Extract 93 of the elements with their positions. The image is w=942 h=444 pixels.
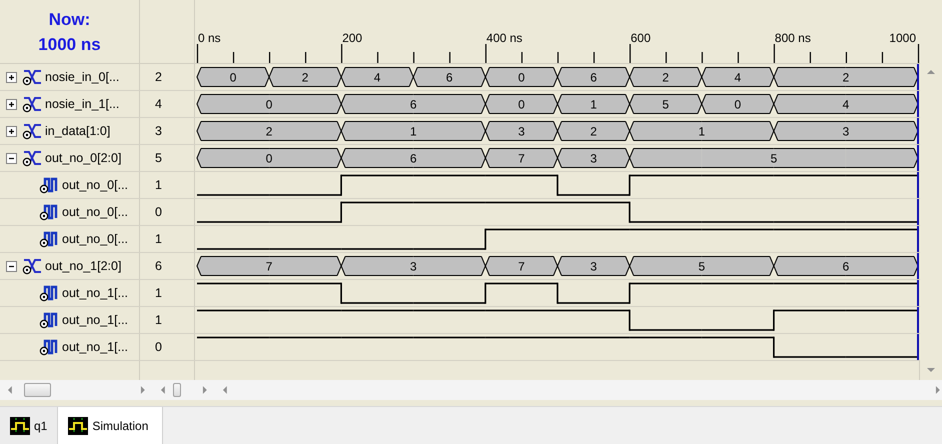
scroll-right-arrow[interactable] bbox=[200, 386, 208, 394]
bus-value: 6 bbox=[446, 70, 453, 84]
scroll-left-arrow[interactable] bbox=[158, 386, 167, 394]
tick-label: 200 bbox=[342, 31, 362, 45]
bus-signal-icon bbox=[21, 68, 43, 86]
waveform-icon bbox=[68, 416, 88, 434]
expand-toggle[interactable] bbox=[6, 126, 17, 136]
expand-toggle[interactable] bbox=[6, 152, 17, 164]
expand-toggle[interactable] bbox=[6, 98, 17, 110]
bus-value: 3 bbox=[410, 260, 417, 274]
bus-value: 7 bbox=[518, 260, 525, 274]
signal-value: 4 bbox=[155, 97, 162, 111]
tick-label: 800 ns bbox=[774, 31, 811, 45]
signal-value: 5 bbox=[155, 151, 162, 165]
bus-value: 3 bbox=[590, 152, 597, 166]
scroll-up-arrow[interactable] bbox=[927, 68, 935, 76]
signal-value: 0 bbox=[155, 340, 162, 354]
scroll-left-arrow[interactable] bbox=[6, 386, 14, 394]
signal-name[interactable]: out_no_0[2:0] bbox=[45, 151, 122, 165]
bit-signal-icon bbox=[38, 203, 60, 221]
signal-name[interactable]: out_no_0[... bbox=[62, 178, 128, 192]
bit-signal-icon bbox=[38, 284, 60, 302]
signal-name[interactable]: in_data[1:0] bbox=[45, 124, 110, 138]
signal-name[interactable]: out_no_0[... bbox=[62, 232, 128, 246]
signal-value: 2 bbox=[155, 70, 162, 84]
signal-value: 1 bbox=[155, 232, 162, 246]
bit-signal-icon bbox=[38, 338, 60, 356]
signal-name[interactable]: nosie_in_0[... bbox=[45, 70, 120, 84]
bus-value: 2 bbox=[662, 70, 669, 84]
scroll-down-arrow[interactable] bbox=[927, 366, 935, 374]
signal-value: 1 bbox=[155, 178, 162, 192]
scroll-right-arrow[interactable] bbox=[934, 386, 942, 394]
tick-label: 400 ns bbox=[486, 31, 522, 45]
bit-signal-icon bbox=[38, 230, 60, 248]
bus-value: 2 bbox=[266, 124, 272, 138]
bus-value: 0 bbox=[230, 70, 236, 84]
signal-value: 6 bbox=[155, 259, 162, 273]
bus-value: 4 bbox=[374, 70, 381, 84]
bus-value: 6 bbox=[842, 260, 850, 274]
expand-toggle[interactable] bbox=[6, 72, 17, 82]
bus-signal-icon bbox=[21, 149, 43, 167]
scroll-left-arrow[interactable] bbox=[221, 386, 230, 394]
bus-value: 2 bbox=[302, 70, 308, 84]
bus-value: 1 bbox=[410, 124, 417, 138]
scrollbar-thumb[interactable] bbox=[24, 383, 52, 397]
bus-signal-icon bbox=[21, 257, 43, 275]
bus-value: 5 bbox=[770, 152, 778, 166]
bus-value: 2 bbox=[590, 124, 597, 138]
signal-value: 0 bbox=[155, 205, 162, 219]
bus-value: 0 bbox=[734, 98, 742, 112]
signal-value: 3 bbox=[155, 124, 162, 138]
tick-label: 0 ns bbox=[198, 31, 221, 45]
signal-name[interactable]: out_no_1[2:0] bbox=[45, 259, 122, 273]
bus-value: 6 bbox=[590, 70, 597, 84]
bus-value: 1 bbox=[698, 124, 706, 138]
now-label: Now: bbox=[48, 9, 90, 31]
tab[interactable]: Simulation bbox=[58, 407, 164, 444]
signal-value: 1 bbox=[155, 313, 162, 327]
bus-value: 7 bbox=[518, 152, 525, 166]
tab[interactable]: q1 bbox=[0, 407, 58, 444]
bit-signal-icon bbox=[38, 311, 60, 329]
bus-signal-icon bbox=[21, 95, 43, 113]
bus-value: 0 bbox=[518, 70, 525, 84]
bus-value: 3 bbox=[518, 124, 525, 138]
bus-value: 4 bbox=[842, 98, 850, 112]
bit-signal-icon bbox=[38, 176, 60, 194]
bus-value: 2 bbox=[842, 70, 850, 84]
bus-value: 6 bbox=[410, 152, 417, 166]
waveform-icon bbox=[10, 416, 30, 434]
signal-name[interactable]: nosie_in_1[... bbox=[45, 97, 120, 111]
expand-toggle[interactable] bbox=[6, 260, 17, 272]
bus-value: 5 bbox=[698, 260, 706, 274]
bus-value: 0 bbox=[266, 152, 272, 166]
bus-value: 0 bbox=[518, 98, 525, 112]
bus-value: 0 bbox=[266, 98, 272, 112]
bus-value: 6 bbox=[410, 98, 417, 112]
scrollbar-thumb[interactable] bbox=[172, 383, 181, 397]
tick-label: 600 bbox=[630, 31, 651, 45]
bus-value: 4 bbox=[734, 70, 742, 84]
bus-signal-icon bbox=[21, 122, 43, 140]
bus-value: 3 bbox=[842, 124, 850, 138]
bus-value: 5 bbox=[662, 98, 669, 112]
signal-value: 1 bbox=[155, 286, 162, 300]
tick-label: 1000 bbox=[889, 31, 916, 45]
signal-name[interactable]: out_no_1[... bbox=[62, 340, 128, 354]
bus-value: 3 bbox=[590, 260, 597, 274]
signal-name[interactable]: out_no_0[... bbox=[62, 205, 128, 219]
bus-value: 1 bbox=[590, 98, 597, 112]
signal-name[interactable]: out_no_1[... bbox=[62, 313, 128, 327]
now-time: 1000 ns bbox=[38, 34, 101, 56]
scroll-right-arrow[interactable] bbox=[139, 386, 147, 394]
bus-value: 7 bbox=[266, 260, 272, 274]
signal-name[interactable]: out_no_1[... bbox=[62, 286, 128, 300]
